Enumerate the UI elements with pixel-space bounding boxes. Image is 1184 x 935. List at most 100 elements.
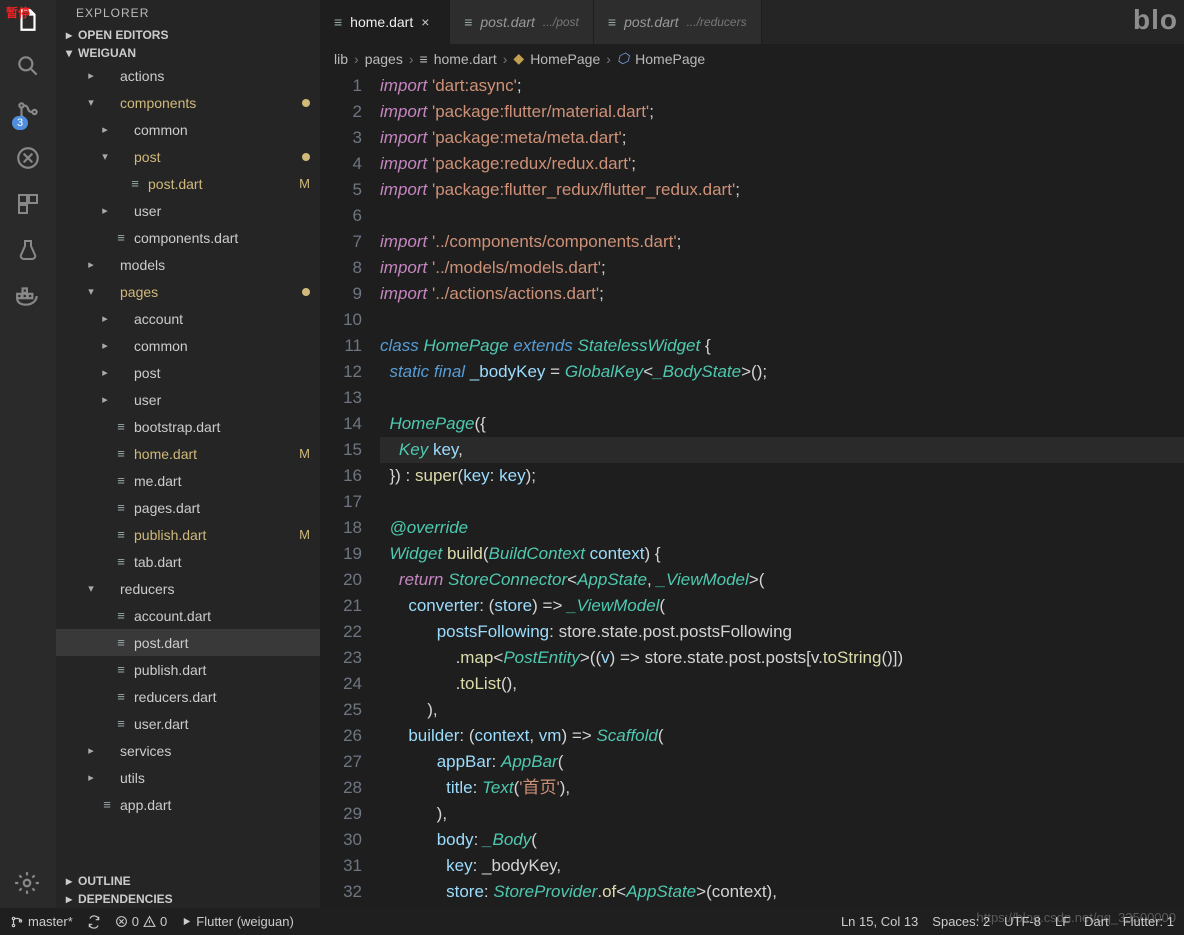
breadcrumb-item[interactable]: pages (365, 51, 403, 67)
extensions-icon[interactable] (14, 190, 42, 218)
chevron-right-icon: › (503, 51, 508, 67)
tree-item[interactable]: ▸post (56, 359, 320, 386)
tree-item[interactable]: ≡user.dart (56, 710, 320, 737)
status-branch[interactable]: master* (10, 914, 73, 929)
tree-item[interactable]: ▸services (56, 737, 320, 764)
status-errors[interactable]: 0 0 (115, 914, 167, 929)
section-outline[interactable]: ▸OUTLINE (56, 872, 320, 890)
code-line[interactable]: builder: (context, vm) => Scaffold( (380, 723, 1184, 749)
search-icon[interactable] (14, 52, 42, 80)
breadcrumb-item[interactable]: HomePage (530, 51, 600, 67)
code-line[interactable]: import 'package:flutter/material.dart'; (380, 99, 1184, 125)
code-line[interactable] (380, 489, 1184, 515)
code-line[interactable]: @override (380, 515, 1184, 541)
tree-item[interactable]: ≡me.dart (56, 467, 320, 494)
tree-item-label: tab.dart (134, 554, 310, 570)
code-editor[interactable]: 1234567891011121314151617181920212223242… (320, 73, 1184, 908)
code-line[interactable]: ), (380, 801, 1184, 827)
code-line[interactable]: import 'package:flutter_redux/flutter_re… (380, 177, 1184, 203)
tree-item[interactable]: ≡components.dart (56, 224, 320, 251)
breadcrumb-icon: ⬡ (617, 50, 629, 67)
tree-item[interactable]: ▾components (56, 89, 320, 116)
tree-item[interactable]: ▸common (56, 332, 320, 359)
tree-item[interactable]: ▾post (56, 143, 320, 170)
code-line[interactable]: return StoreConnector<AppState, _ViewMod… (380, 567, 1184, 593)
status-cursor[interactable]: Ln 15, Col 13 (841, 914, 918, 929)
tree-item[interactable]: ≡pages.dart (56, 494, 320, 521)
code-line[interactable]: Widget build(BuildContext context) { (380, 541, 1184, 567)
code-line[interactable]: import '../models/models.dart'; (380, 255, 1184, 281)
editor-tab[interactable]: ≡post.dart.../reducers (594, 0, 762, 44)
code-line[interactable] (380, 307, 1184, 333)
section-dependencies[interactable]: ▸DEPENDENCIES (56, 890, 320, 908)
line-gutter: 1234567891011121314151617181920212223242… (320, 73, 380, 908)
code-line[interactable] (380, 203, 1184, 229)
tree-item[interactable]: ≡reducers.dart (56, 683, 320, 710)
editor-tab[interactable]: ≡home.dart× (320, 0, 450, 44)
tree-item[interactable]: ≡publish.dartM (56, 521, 320, 548)
code-line[interactable]: static final _bodyKey = GlobalKey<_BodyS… (380, 359, 1184, 385)
code-lines[interactable]: import 'dart:async';import 'package:flut… (380, 73, 1184, 908)
code-line[interactable] (380, 385, 1184, 411)
code-line[interactable]: class HomePage extends StatelessWidget { (380, 333, 1184, 359)
status-sync-icon[interactable] (87, 915, 101, 929)
file-icon: ≡ (112, 473, 130, 488)
code-line[interactable]: key: _bodyKey, (380, 853, 1184, 879)
file-icon: ≡ (112, 419, 130, 434)
scm-icon[interactable]: 3 (14, 98, 42, 126)
file-icon: ≡ (126, 176, 144, 191)
tree-item[interactable]: ▸actions (56, 62, 320, 89)
code-line[interactable]: ), (380, 697, 1184, 723)
code-line[interactable]: import 'dart:async'; (380, 73, 1184, 99)
code-line[interactable]: store: StoreProvider.of<AppState>(contex… (380, 879, 1184, 905)
section-project[interactable]: ▾WEIGUAN (56, 44, 320, 62)
code-line[interactable]: body: _Body( (380, 827, 1184, 853)
tree-item[interactable]: ▾pages (56, 278, 320, 305)
status-run[interactable]: Flutter (weiguan) (181, 914, 294, 929)
breadcrumb-item[interactable]: HomePage (635, 51, 705, 67)
file-icon: ≡ (464, 14, 472, 30)
tree-item[interactable]: ▾reducers (56, 575, 320, 602)
breadcrumb[interactable]: lib›pages›≡home.dart›◆HomePage›⬡HomePage (320, 44, 1184, 73)
tree-item[interactable]: ▸user (56, 197, 320, 224)
tree-item[interactable]: ▸utils (56, 764, 320, 791)
tree-item[interactable]: ▸models (56, 251, 320, 278)
gear-icon[interactable] (14, 870, 40, 901)
code-line[interactable]: HomePage({ (380, 411, 1184, 437)
tree-item-label: account.dart (134, 608, 310, 624)
code-line[interactable]: postsFollowing: store.state.post.postsFo… (380, 619, 1184, 645)
tree-item[interactable]: ≡home.dartM (56, 440, 320, 467)
editor-tab[interactable]: ≡post.dart.../post (450, 0, 594, 44)
tree-item[interactable]: ≡app.dart (56, 791, 320, 818)
debug-icon[interactable] (14, 144, 42, 172)
breadcrumb-item[interactable]: home.dart (434, 51, 497, 67)
tree-item[interactable]: ≡tab.dart (56, 548, 320, 575)
code-line[interactable]: import '../components/components.dart'; (380, 229, 1184, 255)
tree-item[interactable]: ▸account (56, 305, 320, 332)
code-line[interactable]: title: Text('首页'), (380, 775, 1184, 801)
tree-item[interactable]: ≡post.dartM (56, 170, 320, 197)
tree-item[interactable]: ≡bootstrap.dart (56, 413, 320, 440)
close-icon[interactable]: × (421, 14, 435, 30)
code-line[interactable]: import 'package:redux/redux.dart'; (380, 151, 1184, 177)
code-line[interactable]: import 'package:meta/meta.dart'; (380, 125, 1184, 151)
code-line[interactable]: appBar: AppBar( (380, 749, 1184, 775)
code-line[interactable]: converter: (store) => _ViewModel( (380, 593, 1184, 619)
code-line[interactable]: .map<PostEntity>((v) => store.state.post… (380, 645, 1184, 671)
tree-item[interactable]: ≡publish.dart (56, 656, 320, 683)
tree-item[interactable]: ≡post.dart (56, 629, 320, 656)
file-icon: ≡ (112, 500, 130, 515)
test-icon[interactable] (14, 236, 42, 264)
breadcrumb-item[interactable]: lib (334, 51, 348, 67)
code-line[interactable]: import '../actions/actions.dart'; (380, 281, 1184, 307)
chevron-icon: ▸ (84, 771, 98, 784)
tree-item[interactable]: ▸user (56, 386, 320, 413)
breadcrumb-icon: ≡ (420, 51, 428, 67)
tree-item[interactable]: ▸common (56, 116, 320, 143)
docker-icon[interactable] (14, 282, 42, 310)
code-line[interactable]: }) : super(key: key); (380, 463, 1184, 489)
tree-item[interactable]: ≡account.dart (56, 602, 320, 629)
code-line[interactable]: .toList(), (380, 671, 1184, 697)
code-line[interactable]: Key key, (380, 437, 1184, 463)
section-open-editors[interactable]: ▸OPEN EDITORS (56, 26, 320, 44)
